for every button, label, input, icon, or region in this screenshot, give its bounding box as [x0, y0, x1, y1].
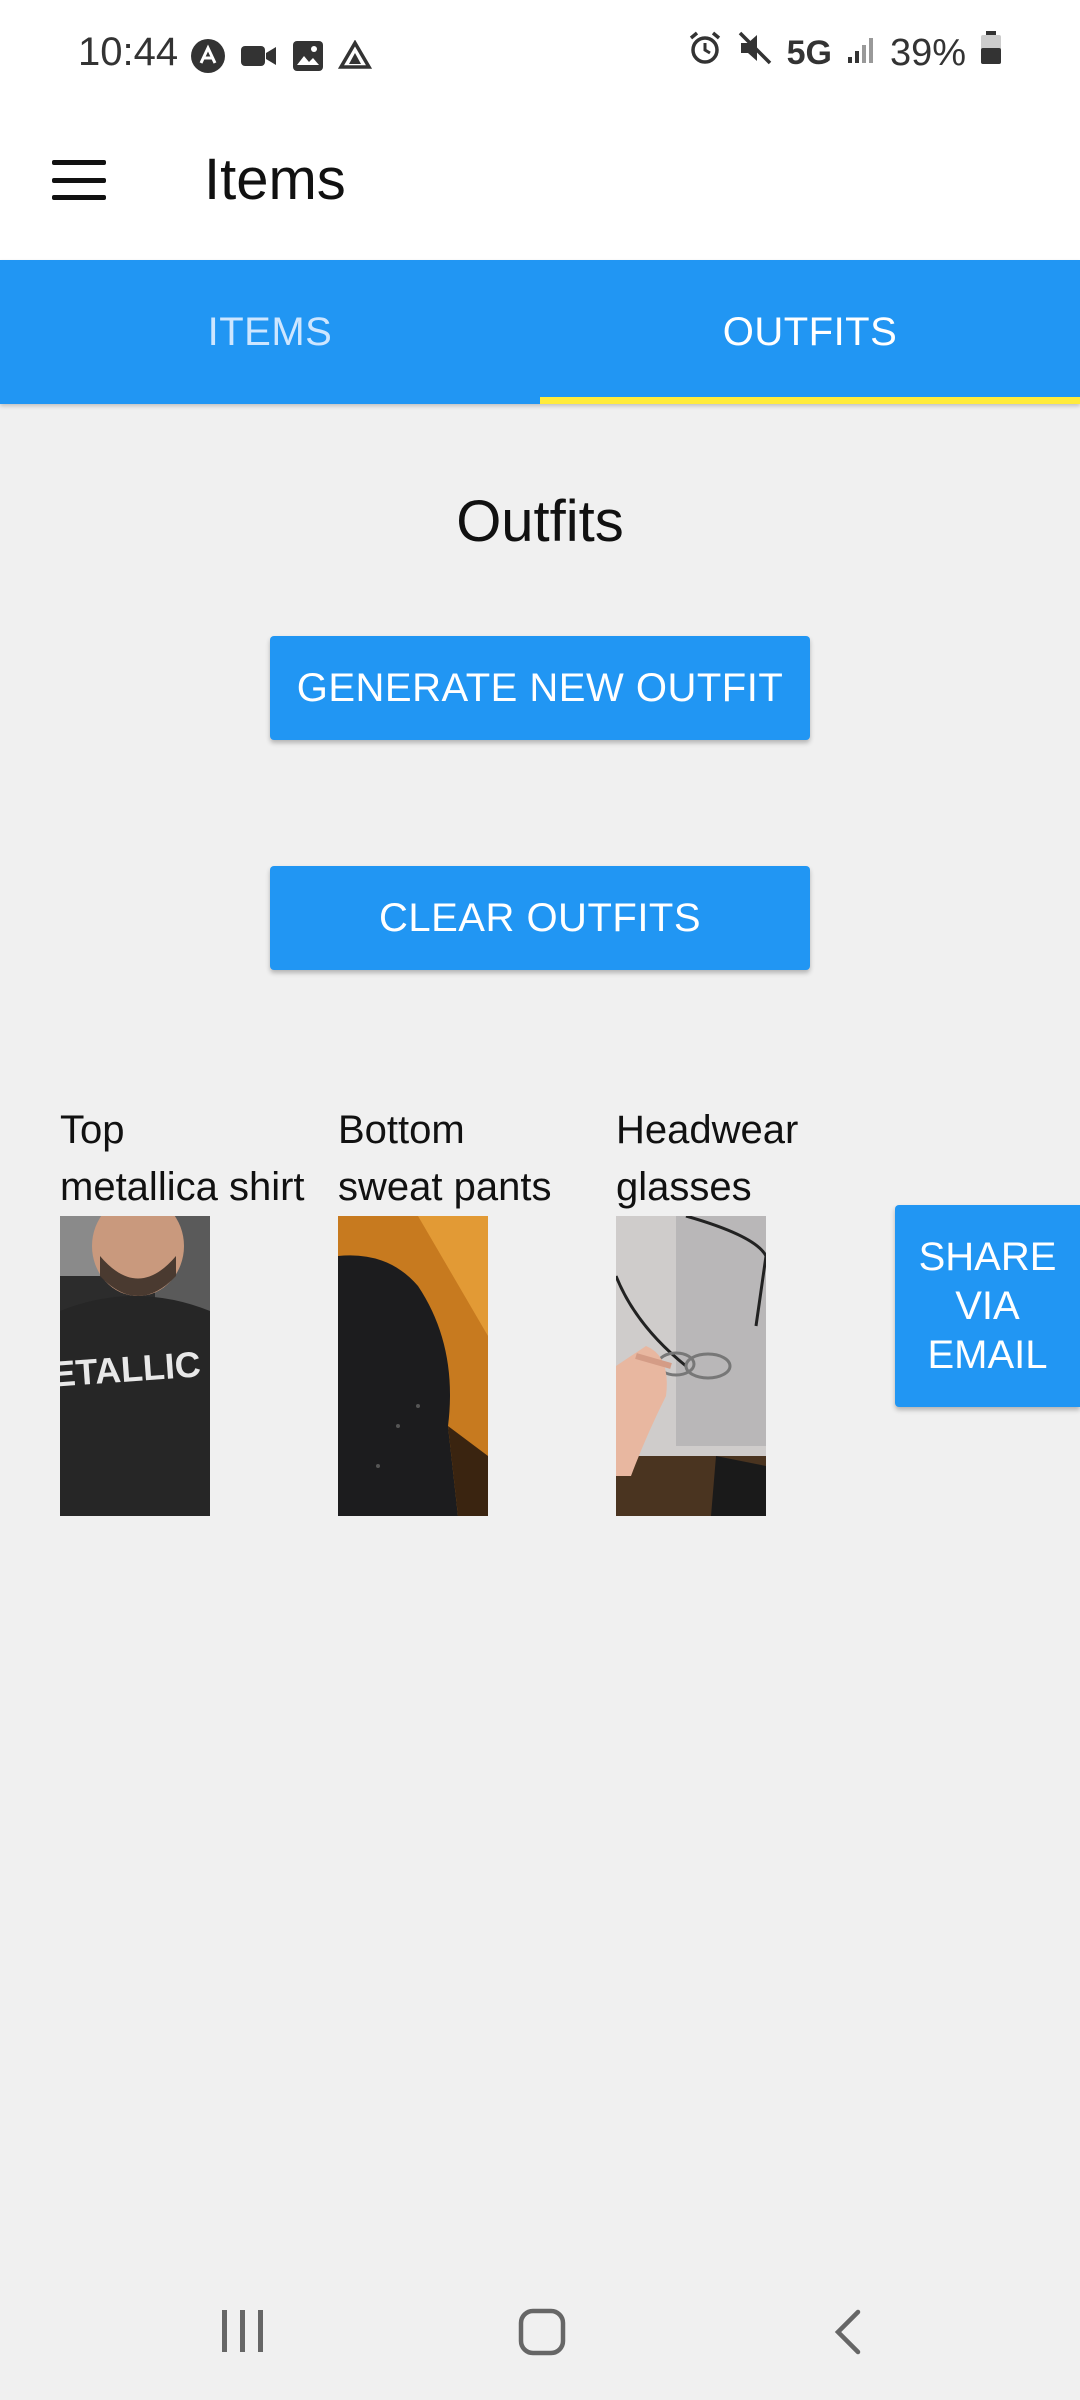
- outfit-category: Top: [60, 1108, 125, 1152]
- status-bar: 10:44 5G 39%: [0, 0, 1080, 112]
- shirt-photo[interactable]: ETALLIC: [60, 1216, 210, 1516]
- home-icon[interactable]: [518, 2308, 566, 2361]
- share-via-email-button[interactable]: SHARE VIA EMAIL: [895, 1205, 1080, 1407]
- clear-outfits-button[interactable]: CLEAR OUTFITS: [270, 866, 810, 970]
- alarm-icon: [687, 30, 723, 76]
- recents-icon[interactable]: [220, 2308, 266, 2359]
- outfit-item-headwear: Headwear glasses: [616, 1102, 886, 1516]
- tab-items-label: ITEMS: [207, 309, 333, 354]
- generate-outfit-button[interactable]: GENERATE NEW OUTFIT: [270, 636, 810, 740]
- outfit-item-name: glasses: [616, 1165, 752, 1209]
- share-label-line: VIA: [955, 1283, 1020, 1328]
- share-label-line: SHARE: [918, 1234, 1057, 1279]
- network-label: 5G: [786, 33, 832, 72]
- app-icon: [190, 38, 226, 79]
- glasses-photo[interactable]: [616, 1216, 766, 1516]
- tab-outfits[interactable]: OUTFITS: [540, 260, 1080, 404]
- tab-items[interactable]: ITEMS: [0, 260, 540, 404]
- outfit-item-name: metallica shirt: [60, 1165, 305, 1209]
- system-nav-bar: [0, 2256, 1080, 2400]
- hamburger-menu-icon[interactable]: [52, 160, 106, 200]
- section-title: Outfits: [456, 489, 624, 554]
- signal-icon: [846, 32, 876, 75]
- status-left-icons: [190, 38, 373, 79]
- status-right-icons: 5G 39%: [687, 30, 1002, 76]
- battery-icon: [980, 31, 1002, 75]
- outfit-category: Headwear: [616, 1108, 799, 1152]
- mute-icon: [737, 30, 773, 76]
- video-icon: [240, 41, 278, 76]
- status-time: 10:44: [78, 30, 179, 74]
- battery-label: 39%: [889, 31, 966, 74]
- page-title: Items: [204, 147, 346, 212]
- app-bar: Items: [0, 112, 1080, 260]
- outfit-category: Bottom: [338, 1108, 465, 1152]
- outfit-item-bottom: Bottom sweat pants: [338, 1102, 608, 1516]
- outfit-item-name: sweat pants: [338, 1165, 552, 1209]
- pants-photo[interactable]: [338, 1216, 488, 1516]
- back-icon[interactable]: [830, 2308, 866, 2361]
- image-icon: [292, 40, 324, 77]
- tab-outfits-label: OUTFITS: [722, 309, 898, 354]
- tab-bar: ITEMS OUTFITS: [0, 260, 1080, 404]
- drive-icon: [337, 39, 373, 77]
- outfit-item-top: Top metallica shirt ETALLIC: [60, 1102, 330, 1516]
- tab-active-indicator: [540, 397, 1080, 404]
- share-label-line: EMAIL: [927, 1332, 1048, 1377]
